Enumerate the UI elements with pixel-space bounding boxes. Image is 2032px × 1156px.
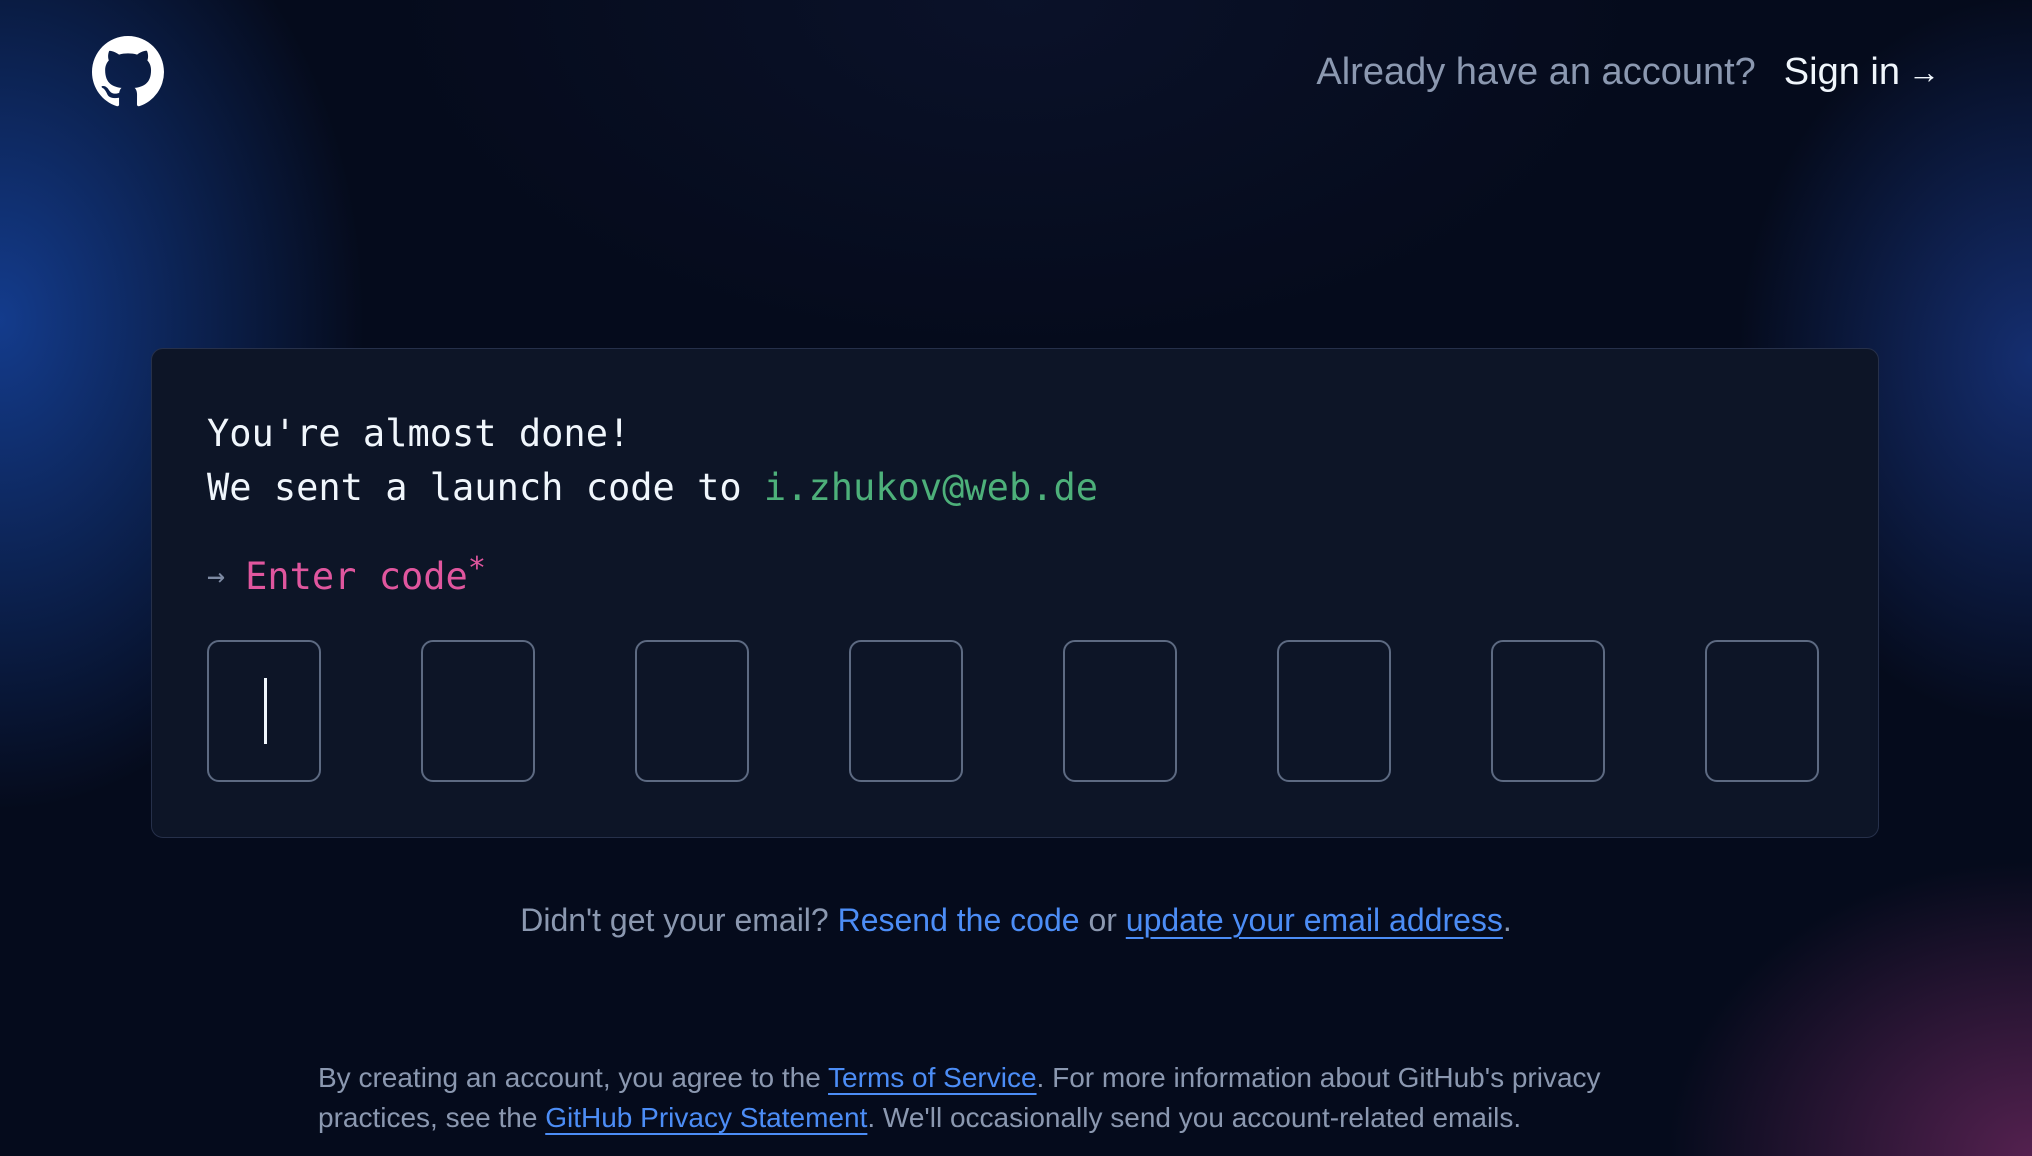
required-asterisk: * xyxy=(467,551,486,586)
launch-code-sent-text: We sent a launch code to i.zhukov@web.de xyxy=(207,461,1098,515)
legal-text-part1: By creating an account, you agree to the xyxy=(318,1062,829,1093)
code-digit-input-7[interactable] xyxy=(1491,640,1605,782)
enter-code-label: Enter code xyxy=(245,555,468,598)
resend-code-link[interactable]: Resend the code xyxy=(838,902,1080,938)
resend-or-text: or xyxy=(1079,902,1126,938)
verification-card: You're almost done! We sent a launch cod… xyxy=(151,348,1879,838)
code-digit-input-1[interactable] xyxy=(207,640,321,782)
sign-in-label: Sign in xyxy=(1783,51,1900,93)
email-address: i.zhukov@web.de xyxy=(763,466,1099,509)
code-digit-input-6[interactable] xyxy=(1277,640,1391,782)
code-digit-input-3[interactable] xyxy=(635,640,749,782)
almost-done-heading: You're almost done! xyxy=(207,412,631,455)
code-digit-input-8[interactable] xyxy=(1705,640,1819,782)
code-digit-input-5[interactable] xyxy=(1063,640,1177,782)
resend-code-line: Didn't get your email? Resend the code o… xyxy=(0,896,2032,944)
enter-code-label-row: → Enter code * xyxy=(207,551,486,603)
resend-prefix-text: Didn't get your email? xyxy=(520,902,838,938)
sign-in-link[interactable]: Sign in → xyxy=(1784,48,1940,96)
launch-code-prefix: We sent a launch code to xyxy=(207,466,764,509)
github-octocat-icon xyxy=(92,36,164,107)
arrow-right-icon: → xyxy=(1908,54,1940,90)
privacy-statement-link[interactable]: GitHub Privacy Statement xyxy=(545,1102,867,1133)
github-logo-link[interactable] xyxy=(92,36,164,108)
code-digit-input-2[interactable] xyxy=(421,640,535,782)
code-input-group xyxy=(207,640,1821,782)
already-have-account-text: Already have an account? xyxy=(1316,51,1756,93)
header-signin-area: Already have an account? Sign in → xyxy=(1316,48,1940,96)
legal-notice: By creating an account, you agree to the… xyxy=(318,1058,1718,1138)
arrow-right-icon: → xyxy=(207,559,226,594)
terms-of-service-link[interactable]: Terms of Service xyxy=(828,1062,1037,1093)
code-digit-input-4[interactable] xyxy=(849,640,963,782)
update-email-link[interactable]: update your email address xyxy=(1126,902,1503,938)
resend-suffix-text: . xyxy=(1502,902,1512,938)
legal-text-part3: . We'll occasionally send you account-re… xyxy=(867,1102,1522,1133)
